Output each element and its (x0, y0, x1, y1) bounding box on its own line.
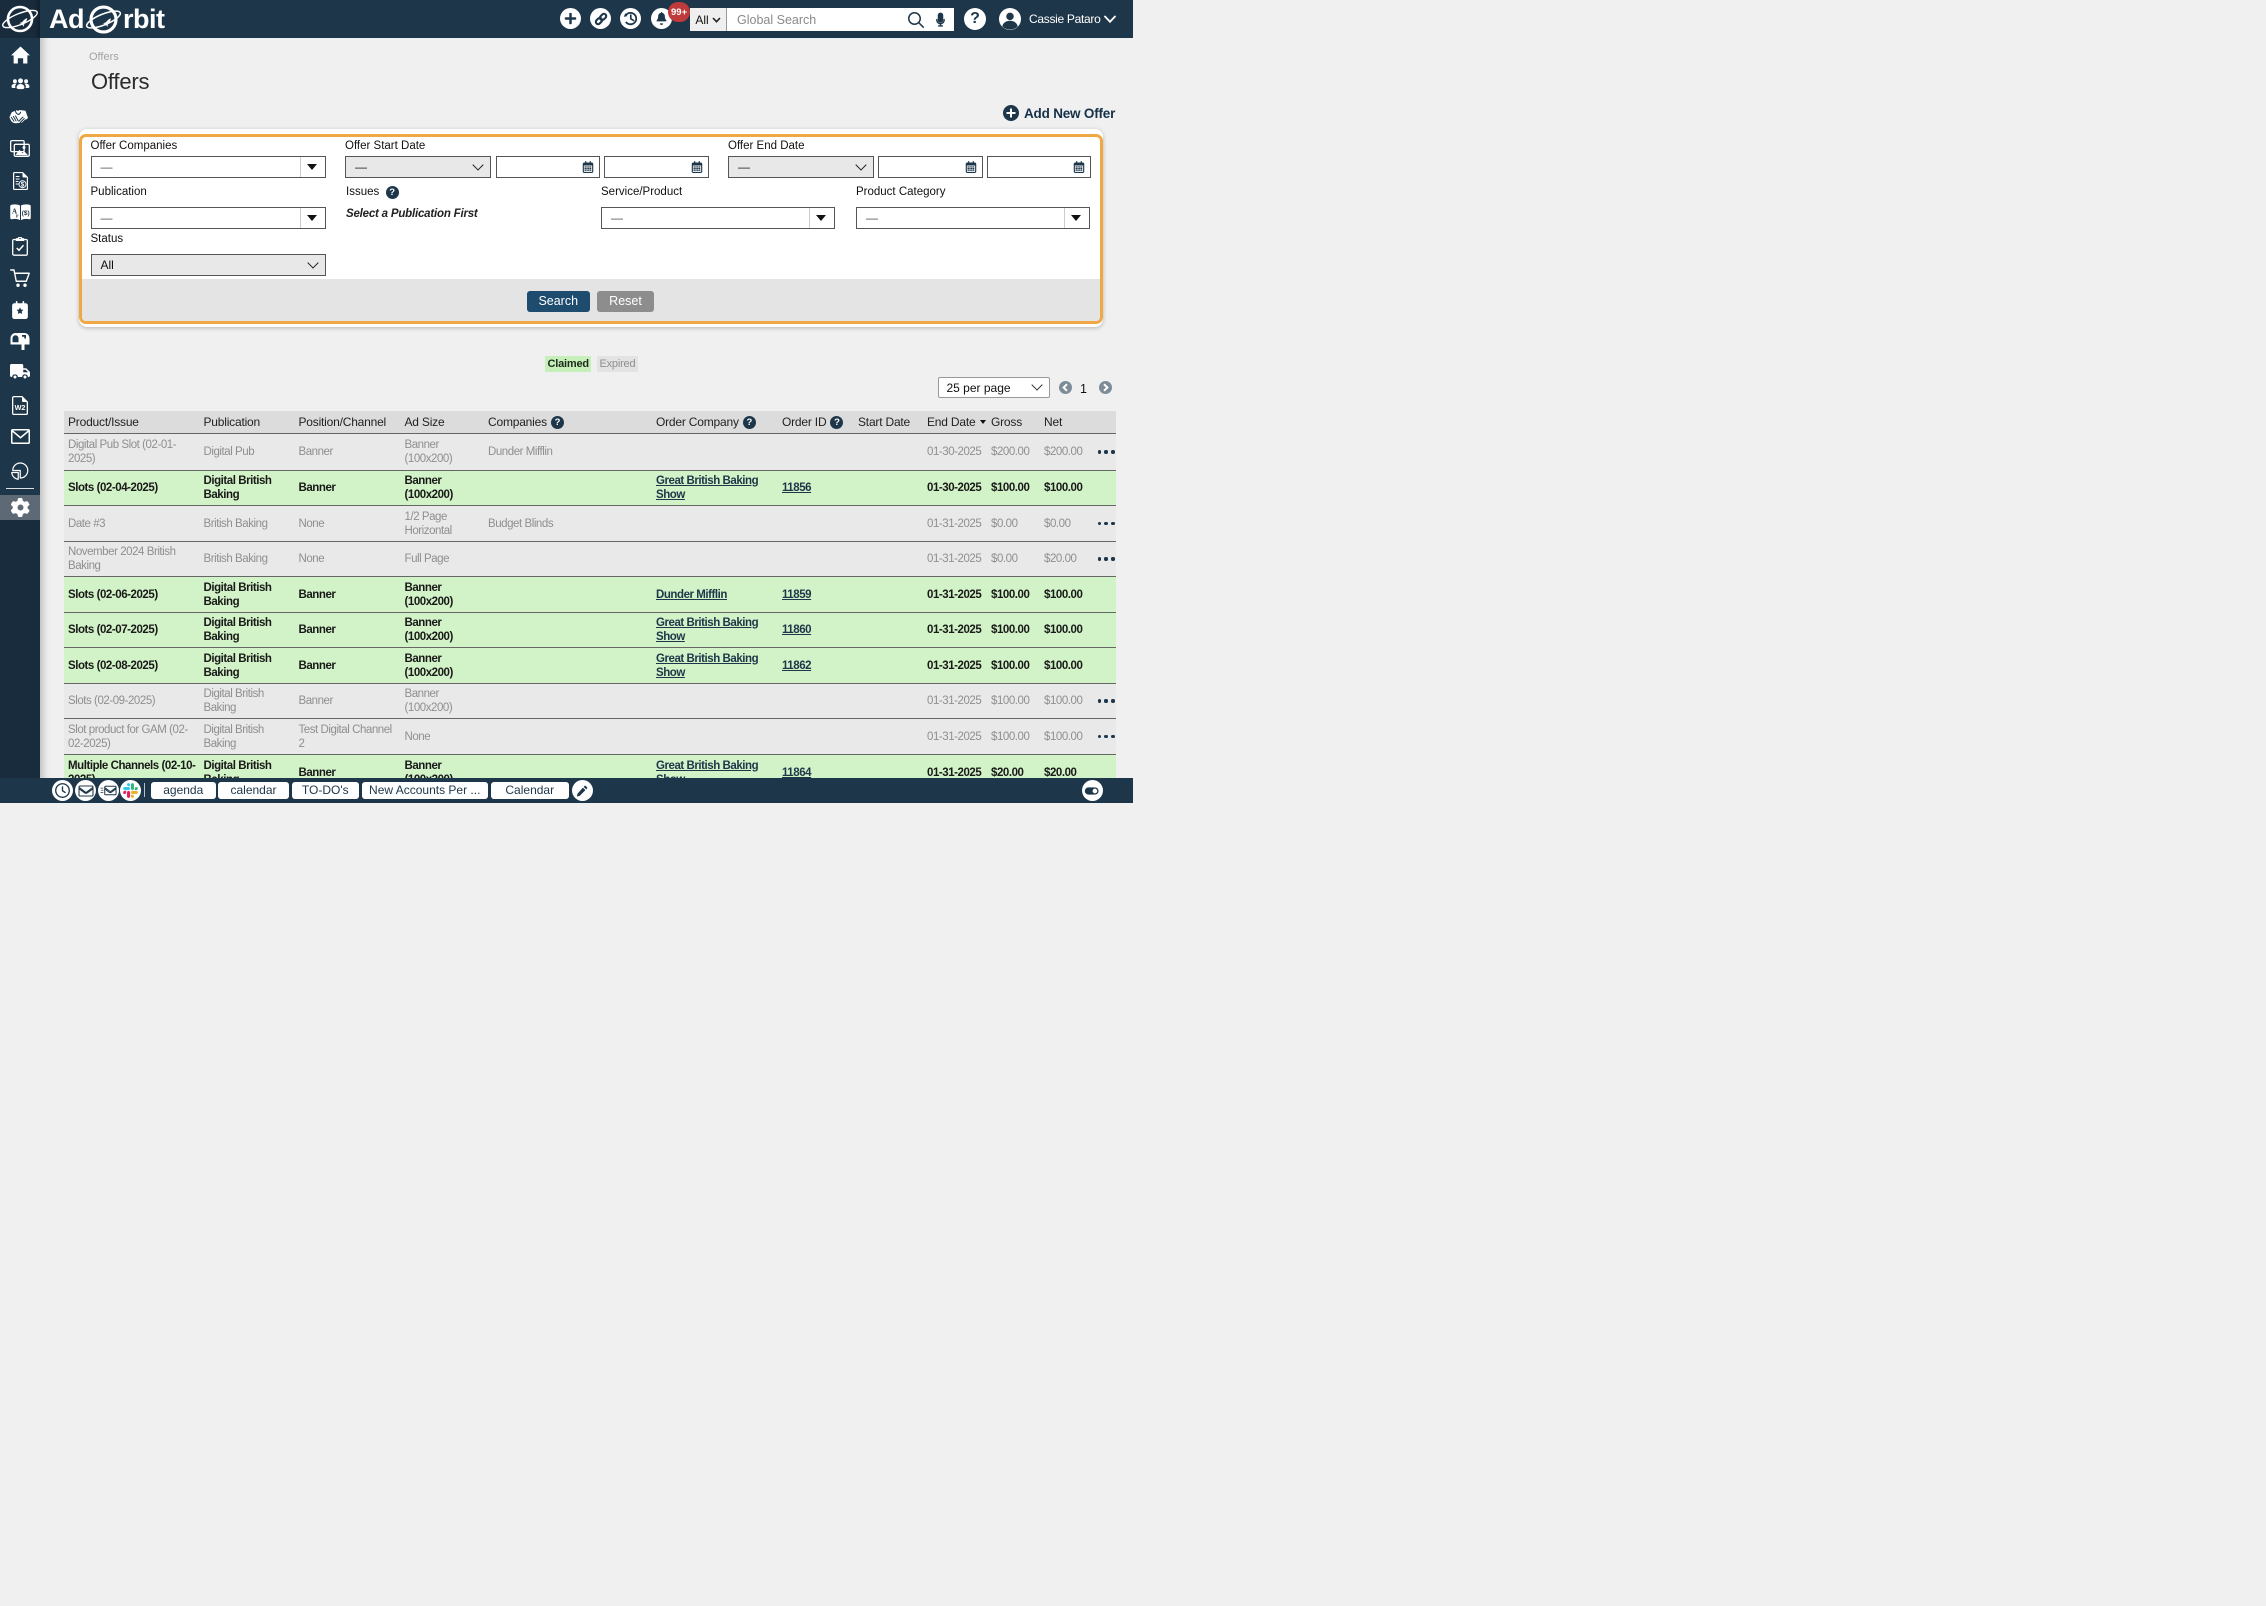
svg-text:W2: W2 (15, 403, 26, 412)
svg-text:$: $ (20, 182, 24, 189)
svg-text:($): ($) (21, 210, 29, 217)
